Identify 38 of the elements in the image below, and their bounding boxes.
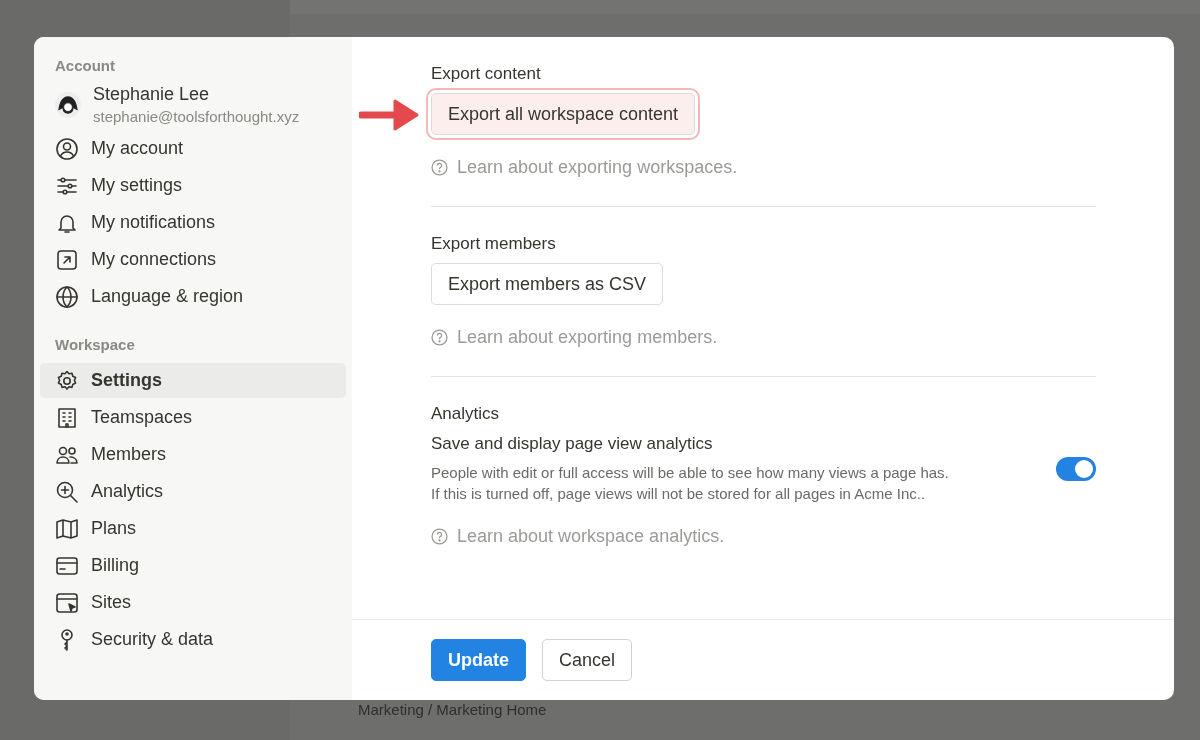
user-email: stephanie@toolsforthought.xyz	[93, 108, 300, 125]
arrow-box-icon	[55, 247, 79, 272]
question-icon	[431, 329, 448, 346]
avatar-icon	[55, 91, 81, 118]
sidebar-item[interactable]: Language & region	[40, 279, 346, 314]
map-icon	[55, 516, 79, 541]
zoom-icon	[55, 479, 79, 504]
section-heading: Export members	[431, 234, 557, 254]
sidebar-item[interactable]: My settings	[40, 168, 346, 203]
sidebar-item[interactable]: Plans	[40, 511, 346, 546]
user-name: Stephanie Lee	[93, 84, 211, 105]
person-icon	[55, 136, 79, 161]
browser-icon	[55, 590, 79, 615]
gear-icon	[55, 368, 79, 393]
building-icon	[55, 405, 79, 430]
cancel-button[interactable]: Cancel	[542, 639, 633, 681]
globe-icon	[55, 284, 79, 309]
sidebar-item[interactable]: Billing	[40, 548, 346, 583]
section-heading: Account	[54, 57, 116, 74]
export-button[interactable]: Export members as CSV	[431, 263, 664, 305]
section-heading: Analytics	[431, 404, 501, 424]
question-icon	[431, 528, 448, 545]
sidebar-item[interactable]: Security & data	[40, 622, 346, 657]
sidebar-item[interactable]: Analytics	[40, 474, 346, 509]
setting-title: Save and display page view analytics	[431, 434, 714, 454]
section-heading: Workspace	[54, 336, 136, 353]
sidebar-item[interactable]: Settings	[40, 363, 346, 398]
sidebar-item[interactable]: My notifications	[40, 205, 346, 240]
sidebar-item[interactable]: Sites	[40, 585, 346, 620]
toggle-switch[interactable]	[1056, 457, 1096, 481]
setting-description: People with edit or full access will be able to see how many views a page has. If this is turned off, page views will not be stored for all pages in Acme Inc..	[431, 463, 950, 504]
sidebar-item[interactable]: My account	[40, 131, 346, 166]
sidebar-item[interactable]: My connections	[40, 242, 346, 277]
sidebar-item[interactable]: Teamspaces	[40, 400, 346, 435]
sidebar-item[interactable]: Members	[40, 437, 346, 472]
update-button[interactable]: Update	[431, 639, 526, 681]
question-icon	[431, 159, 448, 176]
section-heading: Export content	[431, 64, 542, 84]
